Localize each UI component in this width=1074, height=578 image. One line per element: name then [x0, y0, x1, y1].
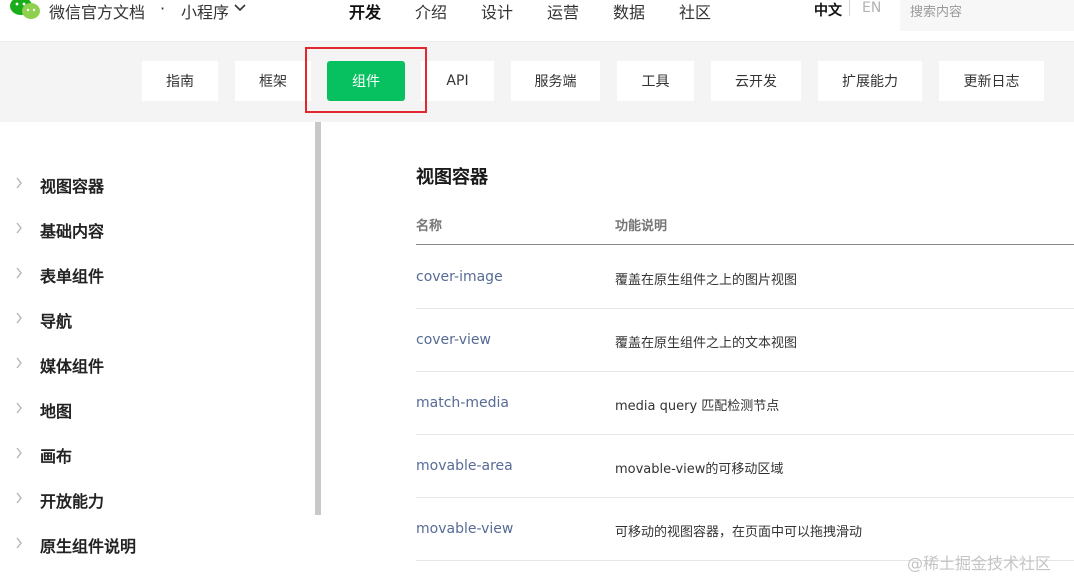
component-link[interactable]: movable-view [416, 521, 513, 537]
sidebar-item-map[interactable]: 地图 [0, 393, 310, 423]
table-row: match-media media query 匹配检测节点 [416, 372, 1074, 435]
sidebar-item-media[interactable]: 媒体组件 [0, 348, 310, 378]
nav-data[interactable]: 数据 [613, 0, 645, 23]
sidebar-item-basic-content[interactable]: 基础内容 [0, 213, 310, 243]
chevron-right-icon [16, 357, 22, 369]
chevron-down-icon[interactable] [234, 3, 246, 13]
tab-extensions[interactable]: 扩展能力 [818, 61, 922, 101]
component-description: 覆盖在原生组件之上的图片视图 [615, 273, 798, 288]
wechat-logo-icon[interactable] [10, 0, 40, 22]
component-description: media query 匹配检测节点 [615, 399, 780, 414]
table-row: cover-image 覆盖在原生组件之上的图片视图 [416, 246, 1074, 309]
tab-server[interactable]: 服务端 [511, 61, 600, 101]
sidebar-item-label: 开放能力 [40, 492, 105, 511]
sidebar-item-navigation[interactable]: 导航 [0, 303, 310, 333]
top-header: 微信官方文档 · 小程序 开发 介绍 设计 运营 数据 社区 中文 EN 搜索内… [0, 0, 1074, 42]
nav-develop[interactable]: 开发 [349, 0, 381, 23]
lang-chinese[interactable]: 中文 [814, 0, 842, 20]
sidebar-item-label: 表单组件 [40, 267, 105, 286]
sidebar-item-view-container[interactable]: 视图容器 [0, 168, 310, 198]
chevron-right-icon [16, 312, 22, 324]
sidebar-item-label: 基础内容 [40, 222, 105, 241]
chevron-right-icon [16, 447, 22, 459]
sidebar-scrollbar[interactable] [315, 122, 321, 515]
component-link[interactable]: cover-image [416, 269, 503, 285]
sidebar-item-form-components[interactable]: 表单组件 [0, 258, 310, 288]
component-link[interactable]: movable-area [416, 458, 513, 474]
table-header-divider [416, 244, 1074, 245]
product-switcher[interactable]: 小程序 [181, 0, 229, 23]
sidebar-item-open-capabilities[interactable]: 开放能力 [0, 483, 310, 513]
component-link[interactable]: match-media [416, 395, 509, 411]
chevron-right-icon [16, 537, 22, 549]
component-description: 覆盖在原生组件之上的文本视图 [615, 336, 798, 351]
sidebar-item-label: 原生组件说明 [40, 537, 137, 556]
chevron-right-icon [16, 222, 22, 234]
table-row: movable-area movable-view的可移动区域 [416, 435, 1074, 498]
chevron-right-icon [16, 402, 22, 414]
nav-intro[interactable]: 介绍 [415, 0, 447, 23]
component-link[interactable]: cover-view [416, 332, 491, 348]
tab-cloud[interactable]: 云开发 [711, 61, 801, 101]
site-title[interactable]: 微信官方文档 [49, 0, 145, 23]
nav-community[interactable]: 社区 [679, 0, 711, 23]
chevron-right-icon [16, 267, 22, 279]
section-title: 视图容器 [416, 167, 488, 188]
sidebar-item-label: 地图 [40, 402, 73, 421]
column-header-name: 名称 [416, 219, 443, 234]
chevron-right-icon [16, 177, 22, 189]
sidebar-item-native-components[interactable]: 原生组件说明 [0, 528, 310, 558]
component-description: 可移动的视图容器，在页面中可以拖拽滑动 [615, 525, 863, 540]
lang-english[interactable]: EN [862, 0, 881, 16]
nav-design[interactable]: 设计 [481, 0, 513, 23]
sidebar-item-label: 媒体组件 [40, 357, 105, 376]
search-placeholder: 搜索内容 [910, 5, 963, 20]
tab-changelog[interactable]: 更新日志 [939, 61, 1044, 101]
lang-divider [849, 0, 850, 16]
tab-framework[interactable]: 框架 [235, 61, 311, 101]
chevron-right-icon [16, 492, 22, 504]
table-row: cover-view 覆盖在原生组件之上的文本视图 [416, 309, 1074, 372]
sidebar-item-label: 视图容器 [40, 177, 105, 196]
tab-api[interactable]: API [421, 61, 494, 101]
sidebar-item-canvas[interactable]: 画布 [0, 438, 310, 468]
annotation-highlight-box [305, 47, 427, 113]
watermark: @稀土掘金技术社区 [907, 554, 1052, 573]
nav-operate[interactable]: 运营 [547, 0, 579, 23]
title-separator: · [160, 0, 166, 18]
sidebar-item-label: 画布 [40, 447, 73, 466]
sidebar-item-label: 导航 [40, 312, 73, 331]
column-header-description: 功能说明 [615, 219, 668, 234]
component-description: movable-view的可移动区域 [615, 462, 784, 477]
tab-tools[interactable]: 工具 [617, 61, 694, 101]
tab-guide[interactable]: 指南 [142, 61, 218, 101]
